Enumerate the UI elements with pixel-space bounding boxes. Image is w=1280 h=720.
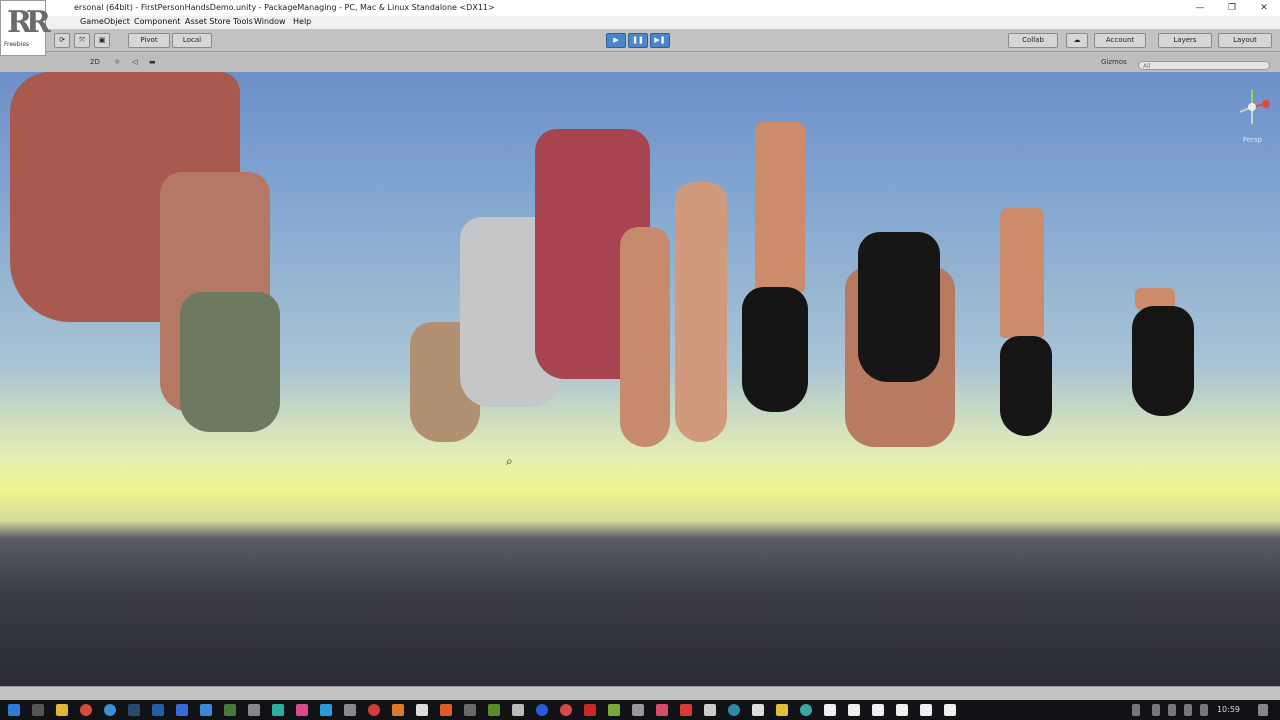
notification-icon[interactable] (1258, 704, 1268, 716)
app-icon[interactable] (536, 704, 548, 716)
gizmos-dropdown[interactable]: Gizmos (1101, 58, 1127, 66)
unity-icon[interactable] (848, 704, 860, 716)
cloud-icon[interactable]: ☁ (1066, 33, 1088, 48)
pivot-toggle[interactable]: Pivot (128, 33, 170, 48)
forearm-model (755, 122, 805, 292)
photoshop-icon[interactable] (152, 704, 164, 716)
lighting-icon[interactable]: ☼ (114, 58, 120, 66)
status-bar (0, 686, 1280, 701)
menu-window[interactable]: Window (254, 17, 286, 26)
app-icon[interactable] (584, 704, 596, 716)
local-toggle[interactable]: Local (172, 33, 212, 48)
app-icon[interactable] (464, 704, 476, 716)
close-button[interactable]: ✕ (1248, 0, 1280, 16)
explorer-icon[interactable] (56, 704, 68, 716)
menu-help[interactable]: Help (293, 17, 311, 26)
scene-gizmo-icon[interactable] (1232, 82, 1272, 142)
scene-search-input[interactable]: All (1138, 61, 1270, 70)
app-icon[interactable] (800, 704, 812, 716)
app-icon[interactable] (344, 704, 356, 716)
unity-icon[interactable] (944, 704, 956, 716)
persp-label[interactable]: Persp (1243, 136, 1262, 144)
app-icon[interactable] (704, 704, 716, 716)
app-icon[interactable] (368, 704, 380, 716)
chrome-icon[interactable] (80, 704, 92, 716)
collab-dropdown[interactable]: Collab (1008, 33, 1058, 48)
app-icon[interactable] (440, 704, 452, 716)
app-icon[interactable] (512, 704, 524, 716)
main-toolbar: ⟳ ⤧ ▣ Pivot Local ▶ ❚❚ ▶❚ Collab ☁ Accou… (0, 29, 1280, 52)
chevron-up-icon[interactable] (1152, 704, 1160, 716)
hand-model (620, 227, 670, 447)
rect-tool-icon[interactable]: ▣ (94, 33, 110, 48)
mode-2d-toggle[interactable]: 2D (90, 58, 100, 66)
account-dropdown[interactable]: Account (1094, 33, 1146, 48)
app-icon[interactable] (728, 704, 740, 716)
play-button[interactable]: ▶ (606, 33, 626, 48)
forearm-model (1000, 208, 1044, 338)
unity-icon[interactable] (896, 704, 908, 716)
zoom-cursor-icon: ⌕ (506, 454, 513, 468)
browser-icon[interactable] (104, 704, 116, 716)
unity-icon[interactable] (824, 704, 836, 716)
unity-icon[interactable] (920, 704, 932, 716)
hand-model (675, 182, 727, 442)
black-glove-model (1000, 336, 1052, 436)
restore-button[interactable]: ❐ (1216, 0, 1248, 16)
scene-viewport[interactable]: Persp ⌕ (0, 72, 1280, 686)
keyboard-icon[interactable] (1200, 704, 1208, 716)
start-icon[interactable] (8, 704, 20, 716)
taskbar-clock[interactable]: 10:59 (1217, 705, 1240, 714)
watermark-logo: RR Freebies (0, 0, 51, 56)
windows-taskbar: 10:59 (0, 700, 1280, 720)
logo-text: Freebies (4, 41, 30, 48)
menu-asset-store-tools[interactable]: Asset Store Tools (185, 17, 253, 26)
steam-icon[interactable] (128, 704, 140, 716)
task-view-icon[interactable] (32, 704, 44, 716)
black-glove-model (858, 232, 940, 382)
app-icon[interactable] (416, 704, 428, 716)
app-icon[interactable] (680, 704, 692, 716)
scene-view-bar: 2D ☼ ◁ ▬ Gizmos (0, 52, 1280, 73)
app-icon[interactable] (392, 704, 404, 716)
network-icon[interactable] (1168, 704, 1176, 716)
app-icon[interactable] (776, 704, 788, 716)
step-button[interactable]: ▶❚ (650, 33, 670, 48)
layout-dropdown[interactable]: Layout (1218, 33, 1272, 48)
title-bar: ersonal (64bit) - FirstPersonHandsDemo.u… (0, 0, 1280, 16)
black-glove-model (742, 287, 808, 412)
layers-dropdown[interactable]: Layers (1158, 33, 1212, 48)
window-title: ersonal (64bit) - FirstPersonHandsDemo.u… (74, 3, 495, 12)
effects-icon[interactable]: ▬ (149, 58, 156, 66)
volume-icon[interactable] (1184, 704, 1192, 716)
app-icon[interactable] (176, 704, 188, 716)
app-icon[interactable] (248, 704, 260, 716)
rotate-tool-icon[interactable]: ⟳ (54, 33, 70, 48)
app-icon[interactable] (752, 704, 764, 716)
people-icon[interactable] (1132, 704, 1140, 716)
app-icon[interactable] (200, 704, 212, 716)
black-glove-model (1132, 306, 1194, 416)
scale-tool-icon[interactable]: ⤧ (74, 33, 90, 48)
app-icon[interactable] (320, 704, 332, 716)
app-icon[interactable] (488, 704, 500, 716)
audio-icon[interactable]: ◁ (132, 58, 137, 66)
unity-icon[interactable] (872, 704, 884, 716)
menu-bar: GameObject Component Asset Store Tools W… (0, 16, 1280, 29)
app-icon[interactable] (632, 704, 644, 716)
app-icon[interactable] (224, 704, 236, 716)
app-icon[interactable] (608, 704, 620, 716)
menu-gameobject[interactable]: GameObject (80, 17, 130, 26)
app-icon[interactable] (272, 704, 284, 716)
logo-glyph: RR (7, 5, 51, 40)
menu-component[interactable]: Component (134, 17, 180, 26)
pause-button[interactable]: ❚❚ (628, 33, 648, 48)
app-icon[interactable] (560, 704, 572, 716)
glove-model (180, 292, 280, 432)
app-icon[interactable] (656, 704, 668, 716)
minimize-button[interactable]: — (1184, 0, 1216, 16)
app-icon[interactable] (296, 704, 308, 716)
